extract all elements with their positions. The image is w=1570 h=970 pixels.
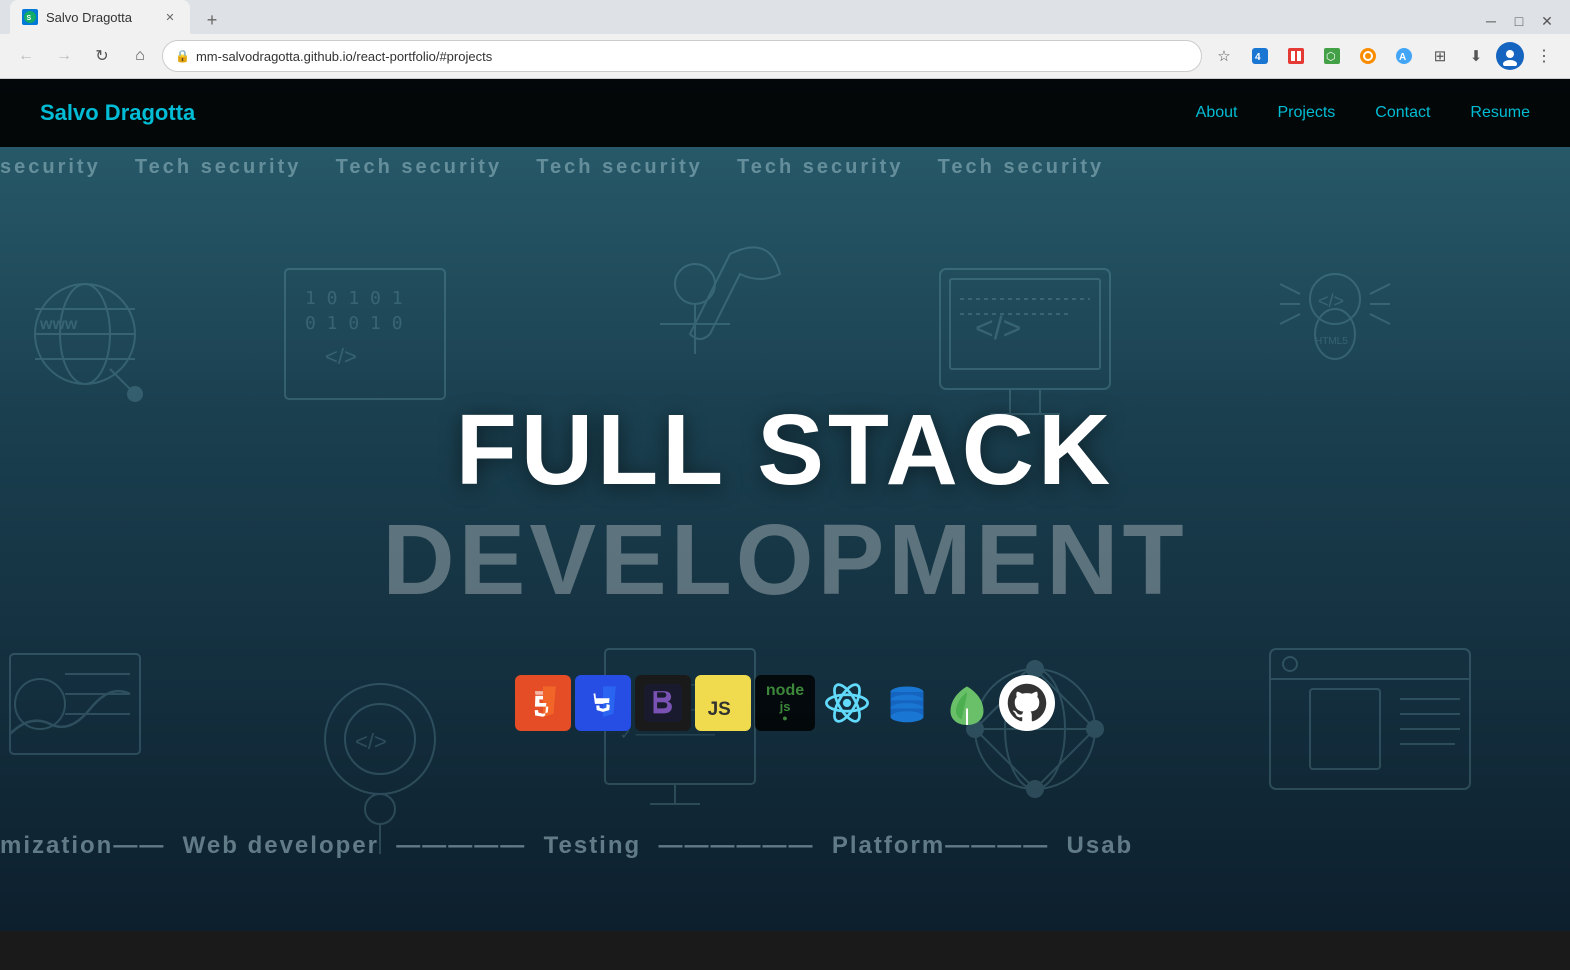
svg-text:JS: JS	[708, 699, 731, 720]
svg-text:</>: </>	[355, 729, 387, 754]
browser-chrome: S Salvo Dragotta ✕ + ─ □ ✕ ← → ↻ ⌂ 🔒 mm-…	[0, 0, 1570, 79]
tab-close-button[interactable]: ✕	[162, 9, 178, 25]
nav-resume[interactable]: Resume	[1470, 104, 1530, 121]
extension-1[interactable]: 4	[1244, 40, 1276, 72]
nav-projects[interactable]: Projects	[1277, 104, 1335, 121]
nav-links: About Projects Contact Resume	[1196, 104, 1530, 122]
toolbar-actions: ☆ 4 ⬡ A ⊞ ⬇ ⋮	[1208, 40, 1560, 72]
menu-button[interactable]: ⋮	[1528, 40, 1560, 72]
extension-3[interactable]: ⬡	[1316, 40, 1348, 72]
marquee-bottom: mization—— Web developer ————— Testing —…	[0, 821, 1570, 871]
new-tab-button[interactable]: +	[198, 6, 226, 34]
svg-text:⬡: ⬡	[1326, 51, 1336, 63]
bootstrap-badge	[635, 675, 691, 731]
extension-2[interactable]	[1280, 40, 1312, 72]
extension-5[interactable]: A	[1388, 40, 1420, 72]
css3-badge	[575, 675, 631, 731]
extensions-button[interactable]: ⊞	[1424, 40, 1456, 72]
bookmark-button[interactable]: ☆	[1208, 40, 1240, 72]
website-content: www 1 0 1 0 1 0 1 0 1 0 </>	[0, 79, 1570, 931]
hero-title-line1: FULL STACK	[382, 400, 1187, 500]
url-text: mm-salvodragotta.github.io/react-portfol…	[196, 49, 1189, 64]
extension-4[interactable]	[1352, 40, 1384, 72]
svg-text:</>: </>	[325, 344, 357, 369]
svg-text:1 0 1 0 1: 1 0 1 0 1	[305, 288, 403, 309]
tech-badges-row: JS node js ●	[515, 675, 1055, 731]
hero-text: FULL STACK DEVELOPMENT	[382, 400, 1187, 610]
svg-text:</>: </>	[975, 310, 1021, 346]
svg-text:S: S	[27, 15, 32, 22]
forward-button[interactable]: →	[48, 40, 80, 72]
svg-text:4: 4	[1255, 52, 1261, 63]
marquee-top: security Tech security Tech security Tec…	[0, 147, 1570, 187]
address-bar[interactable]: 🔒 mm-salvodragotta.github.io/react-portf…	[162, 40, 1202, 72]
leaf-badge	[939, 675, 995, 731]
maximize-button[interactable]: □	[1506, 8, 1532, 34]
close-button[interactable]: ✕	[1534, 8, 1560, 34]
react-badge	[819, 675, 875, 731]
home-button[interactable]: ⌂	[124, 40, 156, 72]
marquee-top-text: security Tech security Tech security Tec…	[0, 156, 1138, 179]
nav-about[interactable]: About	[1196, 104, 1238, 121]
svg-text:www: www	[39, 316, 78, 333]
hero-section: www 1 0 1 0 1 0 1 0 1 0 </>	[0, 79, 1570, 931]
svg-text:0 1 0 1 0: 0 1 0 1 0	[305, 313, 403, 334]
profile-button[interactable]	[1496, 42, 1524, 70]
html5-badge	[515, 675, 571, 731]
refresh-button[interactable]: ↻	[86, 40, 118, 72]
browser-toolbar: ← → ↻ ⌂ 🔒 mm-salvodragotta.github.io/rea…	[0, 34, 1570, 78]
database-badge	[879, 675, 935, 731]
site-navbar: Salvo Dragotta About Projects Contact Re…	[0, 79, 1570, 147]
github-badge	[999, 675, 1055, 731]
nodejs-badge: node js ●	[755, 675, 815, 731]
tab-title: Salvo Dragotta	[46, 10, 132, 25]
tab-bar: S Salvo Dragotta ✕ + ─ □ ✕	[0, 0, 1570, 34]
active-tab[interactable]: S Salvo Dragotta ✕	[10, 0, 190, 34]
javascript-badge: JS	[695, 675, 751, 731]
nav-contact[interactable]: Contact	[1375, 104, 1430, 121]
site-logo[interactable]: Salvo Dragotta	[40, 100, 195, 126]
tab-favicon: S	[22, 9, 38, 25]
minimize-button[interactable]: ─	[1478, 8, 1504, 34]
svg-text:A: A	[1399, 52, 1406, 63]
svg-text:</>: </>	[1318, 291, 1344, 311]
svg-text:HTML5: HTML5	[1315, 336, 1348, 347]
back-button[interactable]: ←	[10, 40, 42, 72]
lock-icon: 🔒	[175, 49, 190, 63]
download-button[interactable]: ⬇	[1460, 40, 1492, 72]
hero-title-line2: DEVELOPMENT	[382, 510, 1187, 610]
